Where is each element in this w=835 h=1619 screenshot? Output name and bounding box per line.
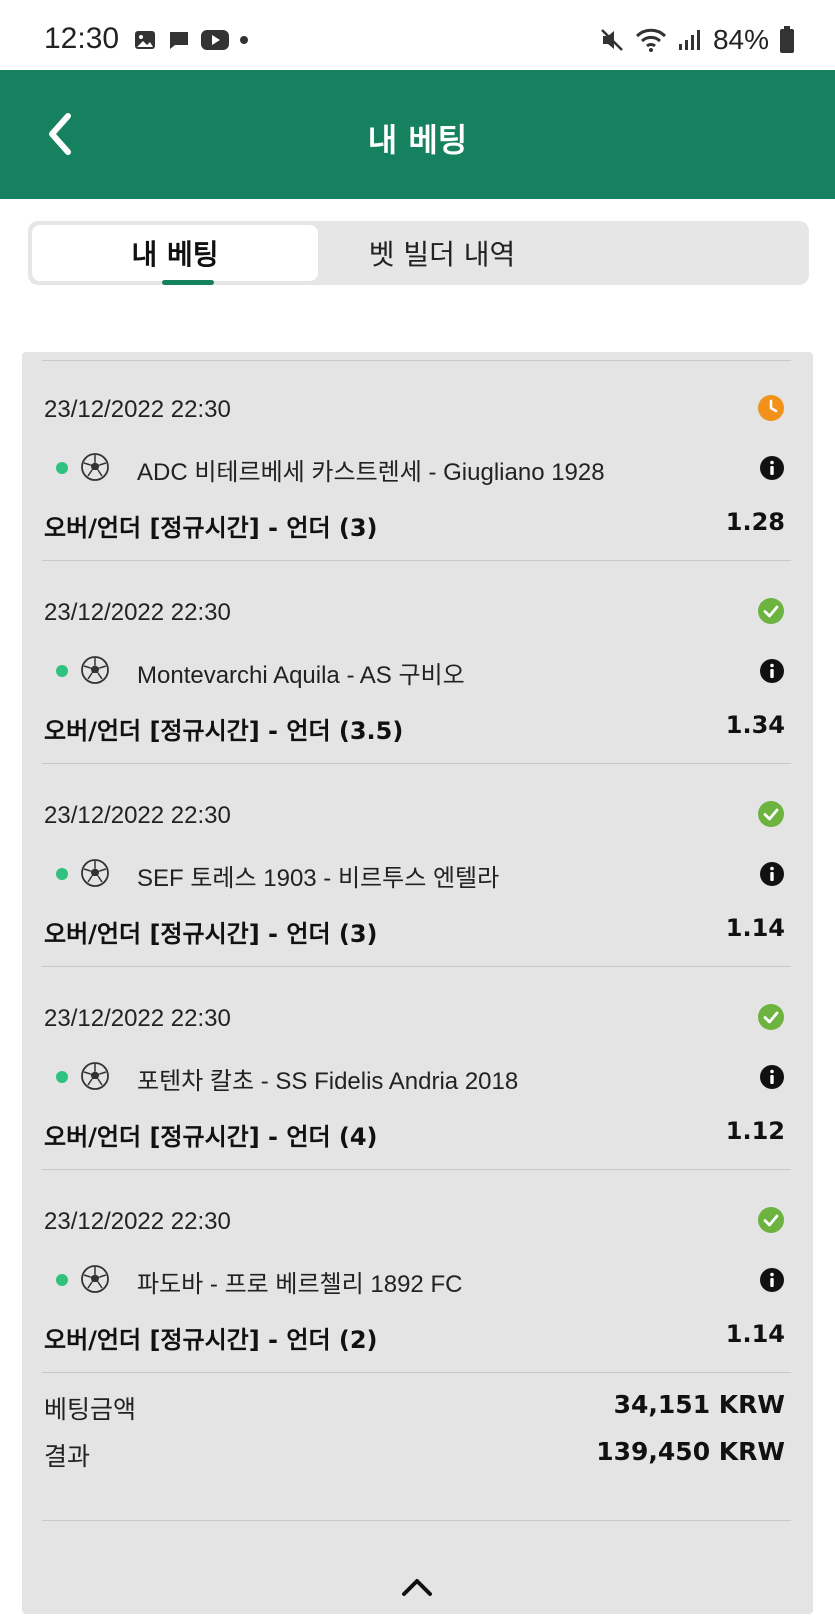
- system-icons: 84%: [599, 24, 795, 56]
- match-name: 파도바 - 프로 베르첼리 1892 FC: [137, 1271, 463, 1298]
- match-name: Montevarchi Aquila - AS 구비오: [137, 662, 465, 689]
- check-icon: [758, 598, 784, 624]
- signal-icon: [678, 30, 700, 50]
- check-icon: [758, 1004, 784, 1030]
- bet-selection: 23/12/2022 22:30 Montevarchi Aquila - AS…: [22, 555, 813, 765]
- odds-value: 1.14: [725, 1320, 785, 1348]
- notification-icons: [133, 28, 249, 52]
- bet-slip-card: 23/12/2022 22:30 ADC 비테르베세 카스트렌세 - Giugl…: [22, 352, 813, 1614]
- battery-icon: [780, 26, 794, 53]
- info-icon[interactable]: [759, 1064, 785, 1090]
- app-header: 내 베팅: [0, 70, 835, 199]
- check-icon: [758, 801, 784, 827]
- soccer-ball-icon: [81, 1265, 109, 1293]
- market-label: 오버/언더 [정규시간] - 언더 (4): [44, 1123, 378, 1151]
- match-name: ADC 비테르베세 카스트렌세 - Giugliano 1928: [137, 459, 605, 486]
- bet-date: 23/12/2022 22:30: [44, 599, 231, 626]
- youtube-icon: [201, 30, 229, 50]
- bet-date: 23/12/2022 22:30: [44, 1005, 231, 1032]
- message-icon: [170, 32, 188, 49]
- live-dot: [56, 1071, 68, 1083]
- live-dot: [56, 868, 68, 880]
- odds-value: 1.14: [725, 914, 785, 942]
- market-label: 오버/언더 [정규시간] - 언더 (3.5): [44, 717, 404, 745]
- live-dot: [56, 1274, 68, 1286]
- mute-icon: [601, 29, 623, 51]
- bet-selection: 23/12/2022 22:30 SEF 토레스 1903 - 비르투스 엔텔라…: [22, 758, 813, 968]
- bet-date: 23/12/2022 22:30: [44, 802, 231, 829]
- match-name: SEF 토레스 1903 - 비르투스 엔텔라: [137, 865, 500, 892]
- active-tab-indicator: [162, 280, 214, 285]
- market-label: 오버/언더 [정규시간] - 언더 (3): [44, 920, 378, 948]
- odds-value: 1.12: [725, 1117, 785, 1145]
- page-title: 내 베팅: [367, 121, 468, 159]
- tab-bar: 내 베팅 벳 빌더 내역: [28, 221, 809, 285]
- result-label: 결과: [44, 1442, 91, 1471]
- result-value: 139,450 KRW: [596, 1437, 785, 1466]
- live-dot: [56, 462, 68, 474]
- soccer-ball-icon: [81, 859, 109, 887]
- soccer-ball-icon: [81, 1062, 109, 1090]
- info-icon[interactable]: [759, 861, 785, 887]
- chevron-up-icon[interactable]: [394, 1572, 440, 1602]
- check-icon: [758, 1207, 784, 1233]
- info-icon[interactable]: [759, 455, 785, 481]
- wifi-icon: [635, 28, 667, 52]
- bet-selection: 23/12/2022 22:30 ADC 비테르베세 카스트렌세 - Giugl…: [22, 352, 813, 562]
- market-label: 오버/언더 [정규시간] - 언더 (3): [44, 514, 378, 542]
- soccer-ball-icon: [81, 453, 109, 481]
- divider: [42, 1520, 791, 1521]
- bet-date: 23/12/2022 22:30: [44, 1208, 231, 1235]
- status-time: 12:30: [44, 22, 120, 55]
- more-notifications-icon: [240, 36, 248, 44]
- tab-bet-builder-history[interactable]: 벳 빌더 내역: [322, 225, 562, 281]
- soccer-ball-icon: [81, 656, 109, 684]
- odds-value: 1.34: [725, 711, 785, 739]
- live-dot: [56, 665, 68, 677]
- bet-selection: 23/12/2022 22:30 포텐차 칼초 - SS Fidelis And…: [22, 961, 813, 1171]
- clock-icon: [758, 395, 784, 421]
- battery-level: 84%: [712, 24, 769, 55]
- tab-label: 내 베팅: [131, 238, 219, 271]
- info-icon[interactable]: [759, 658, 785, 684]
- bet-selection: 23/12/2022 22:30 파도바 - 프로 베르첼리 1892 FC 오…: [22, 1164, 813, 1374]
- market-label: 오버/언더 [정규시간] - 언더 (2): [44, 1326, 378, 1354]
- match-name: 포텐차 칼초 - SS Fidelis Andria 2018: [137, 1068, 519, 1095]
- info-icon[interactable]: [759, 1267, 785, 1293]
- stake-label: 베팅금액: [44, 1395, 137, 1424]
- status-bar: 12:30 84%: [0, 0, 835, 70]
- tab-my-bets[interactable]: 내 베팅: [32, 225, 318, 285]
- tab-label: 벳 빌더 내역: [368, 238, 516, 271]
- divider: [42, 1372, 791, 1373]
- stake-value: 34,151 KRW: [613, 1390, 785, 1419]
- bet-date: 23/12/2022 22:30: [44, 396, 231, 423]
- odds-value: 1.28: [725, 508, 785, 536]
- gallery-icon: [135, 31, 155, 49]
